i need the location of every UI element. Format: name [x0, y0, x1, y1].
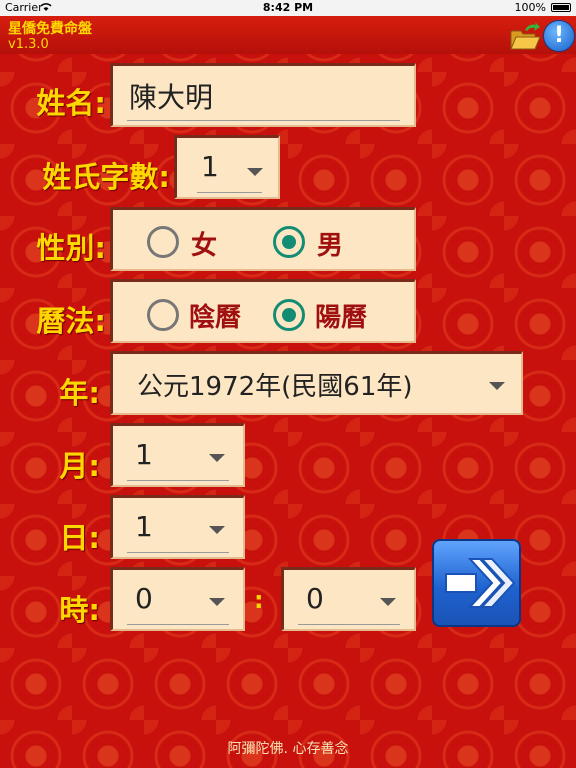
arrow-right-icon — [445, 558, 516, 608]
submit-button[interactable] — [432, 539, 521, 627]
time-label: 時: — [59, 593, 100, 627]
hour-value: 0 — [135, 582, 153, 615]
day-select[interactable]: 1 — [110, 495, 245, 559]
hour-underline — [127, 624, 229, 625]
minute-underline — [298, 624, 400, 625]
chevron-down-icon — [489, 382, 505, 390]
battery-icon — [551, 3, 571, 12]
chevron-down-icon — [209, 526, 225, 534]
gender-radio-group: 女 男 — [110, 207, 416, 271]
chevron-down-icon — [380, 598, 396, 606]
info-icon[interactable]: ! — [544, 21, 574, 51]
surname-count-label: 姓氏字數: — [42, 160, 170, 194]
minute-value: 0 — [306, 582, 324, 615]
minute-select[interactable]: 0 — [281, 567, 416, 631]
gender-female-radio[interactable] — [147, 226, 179, 258]
year-value: 公元1972年(民國61年) — [137, 372, 413, 402]
gender-label: 性別: — [36, 231, 106, 265]
calendar-lunar-radio[interactable] — [147, 299, 179, 331]
calendar-radio-group: 陰曆 陽曆 — [110, 279, 416, 343]
name-value: 陳大明 — [129, 81, 214, 114]
month-label: 月: — [59, 449, 100, 483]
month-select[interactable]: 1 — [110, 423, 245, 487]
hour-select[interactable]: 0 — [110, 567, 245, 631]
month-value: 1 — [135, 438, 153, 471]
chevron-down-icon — [247, 168, 263, 176]
time-separator: : — [254, 586, 264, 614]
gender-male-label[interactable]: 男 — [317, 225, 343, 262]
year-select[interactable]: 公元1972年(民國61年) — [110, 351, 523, 415]
calendar-solar-label[interactable]: 陽曆 — [315, 297, 367, 334]
name-input[interactable]: 陳大明 — [110, 63, 416, 127]
day-underline — [127, 552, 229, 553]
year-label: 年: — [59, 376, 100, 410]
app-header: 星僑免費命盤 v1.3.0 ! — [0, 16, 576, 54]
name-underline — [127, 120, 400, 121]
day-value: 1 — [135, 510, 153, 543]
status-time: 8:42 PM — [262, 1, 314, 14]
gender-male-radio[interactable] — [273, 226, 305, 258]
chevron-down-icon — [209, 598, 225, 606]
status-bar: Carrier 8:42 PM 100% — [0, 0, 576, 16]
calendar-lunar-label[interactable]: 陰曆 — [189, 297, 241, 334]
name-label: 姓名: — [36, 86, 106, 120]
chevron-down-icon — [209, 454, 225, 462]
folder-open-icon[interactable] — [509, 22, 541, 52]
surname-count-value: 1 — [201, 150, 219, 183]
surname-count-select[interactable]: 1 — [174, 135, 280, 199]
calendar-label: 曆法: — [36, 304, 106, 338]
surname-count-underline — [197, 192, 262, 193]
app-version: v1.3.0 — [8, 37, 49, 52]
battery-percent: 100% — [514, 1, 546, 14]
footer-text: 阿彌陀佛. 心存善念 — [227, 741, 349, 757]
month-underline — [127, 480, 229, 481]
gender-female-label[interactable]: 女 — [191, 225, 217, 262]
calendar-solar-radio[interactable] — [273, 299, 305, 331]
day-label: 日: — [59, 521, 100, 555]
app-title: 星僑免費命盤 — [8, 21, 92, 37]
